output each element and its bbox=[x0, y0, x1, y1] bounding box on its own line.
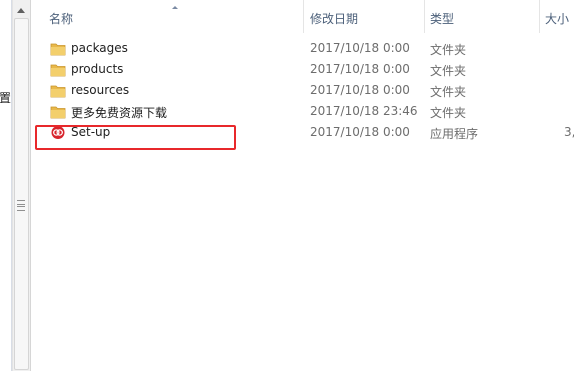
folder-icon bbox=[50, 64, 66, 77]
file-type: 文件夹 bbox=[430, 43, 467, 57]
folder-icon bbox=[50, 106, 66, 119]
column-divider[interactable] bbox=[539, 0, 540, 33]
file-type: 文件夹 bbox=[430, 106, 467, 120]
file-name[interactable]: packages bbox=[71, 41, 128, 55]
column-header-type[interactable]: 类型 bbox=[430, 0, 454, 33]
file-row[interactable]: packages 2017/10/18 0:00 文件夹 bbox=[31, 38, 574, 59]
file-modified: 2017/10/18 23:46 bbox=[310, 104, 418, 118]
folder-icon bbox=[50, 85, 66, 98]
column-header: 名称 修改日期 类型 大小 bbox=[31, 0, 574, 33]
column-header-modified[interactable]: 修改日期 bbox=[310, 0, 358, 33]
column-header-name[interactable]: 名称 bbox=[49, 0, 73, 33]
folder-icon bbox=[50, 43, 66, 56]
file-name[interactable]: resources bbox=[71, 83, 129, 97]
file-modified: 2017/10/18 0:00 bbox=[310, 125, 410, 139]
file-type: 文件夹 bbox=[430, 64, 467, 78]
scrollbar-grip-icon bbox=[17, 200, 25, 211]
annotation-highlight-box bbox=[35, 125, 236, 150]
file-type: 应用程序 bbox=[430, 127, 479, 141]
file-modified: 2017/10/18 0:00 bbox=[310, 62, 410, 76]
file-row[interactable]: products 2017/10/18 0:00 文件夹 bbox=[31, 59, 574, 80]
file-modified: 2017/10/18 0:00 bbox=[310, 41, 410, 55]
nav-item-partial[interactable]: 置 bbox=[0, 89, 11, 106]
navigation-pane-scrollbar[interactable] bbox=[12, 0, 31, 371]
file-modified: 2017/10/18 0:00 bbox=[310, 83, 410, 97]
file-row[interactable]: 更多免费资源下载 2017/10/18 23:46 文件夹 bbox=[31, 101, 574, 122]
sort-ascending-icon bbox=[172, 6, 178, 9]
column-header-size[interactable]: 大小 bbox=[545, 0, 569, 33]
file-size: 3, bbox=[564, 125, 574, 139]
scroll-up-arrow-icon[interactable] bbox=[17, 8, 25, 13]
column-divider[interactable] bbox=[424, 0, 425, 33]
file-name[interactable]: products bbox=[71, 62, 123, 76]
file-type: 文件夹 bbox=[430, 85, 467, 99]
column-divider[interactable] bbox=[303, 0, 304, 33]
scrollbar-thumb[interactable] bbox=[14, 18, 29, 370]
navigation-pane: 置 bbox=[0, 0, 12, 371]
file-row[interactable]: resources 2017/10/18 0:00 文件夹 bbox=[31, 80, 574, 101]
file-explorer: 置 名称 修改日期 类型 大小 packages 2017/10/18 0:00… bbox=[0, 0, 574, 371]
file-name[interactable]: 更多免费资源下载 bbox=[71, 104, 167, 121]
